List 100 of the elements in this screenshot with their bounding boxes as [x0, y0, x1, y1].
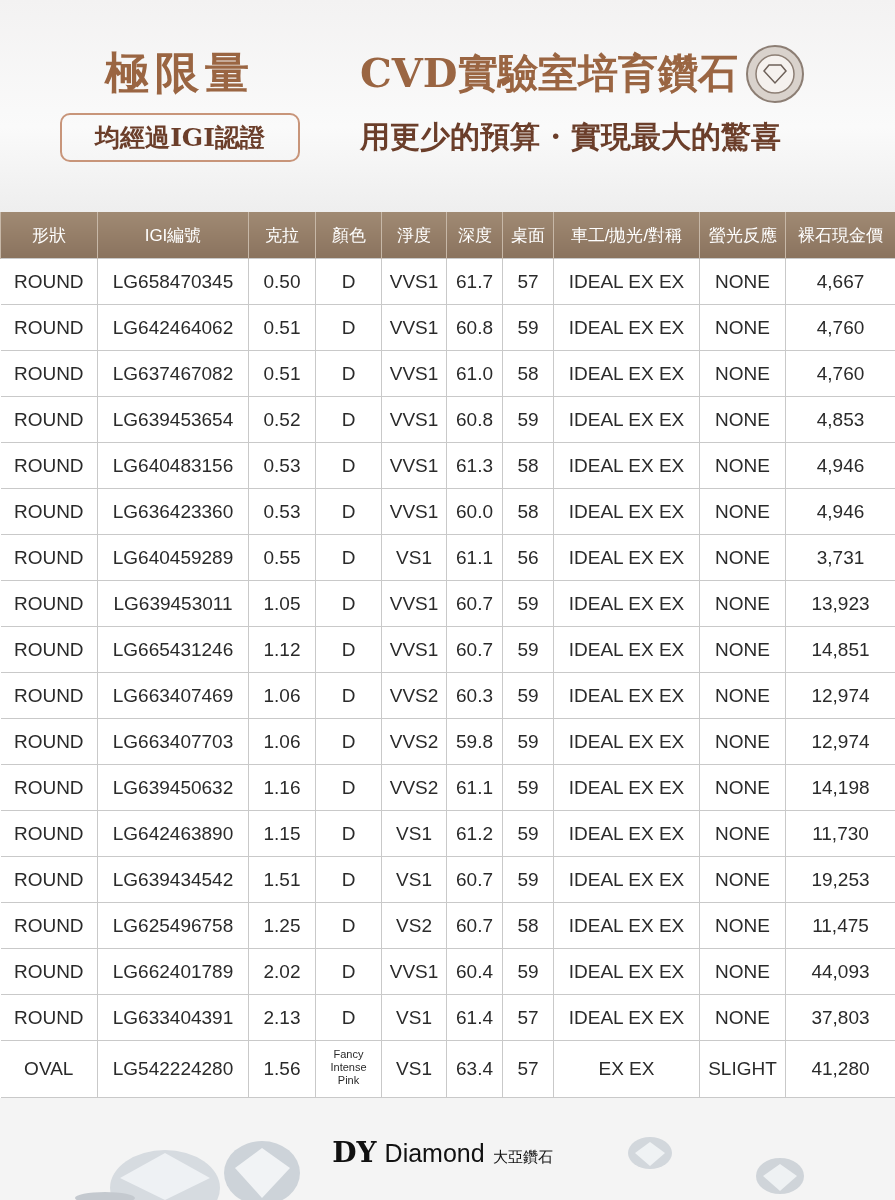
table-cell: 59.8	[446, 718, 503, 765]
table-cell: 60.8	[446, 396, 503, 443]
table-cell: D	[315, 534, 382, 581]
table-cell: NONE	[699, 304, 786, 351]
table-cell: IDEAL EX EX	[553, 534, 700, 581]
table-cell: 58	[502, 488, 554, 535]
table-cell: 0.53	[248, 488, 316, 535]
table-cell: LG633404391	[97, 994, 249, 1041]
table-cell: VVS1	[381, 442, 447, 489]
table-cell: IDEAL EX EX	[553, 580, 700, 627]
slogan: 用更少的預算 · 實現最大的驚喜	[360, 118, 782, 156]
table-cell: 61.4	[446, 994, 503, 1041]
table-cell: LG636423360	[97, 488, 249, 535]
table-cell: 57	[502, 994, 554, 1041]
table-cell: D	[315, 396, 382, 443]
table-cell: SLIGHT	[699, 1040, 786, 1098]
certification-badge: 均經過IGI認證	[60, 113, 300, 162]
table-cell: NONE	[699, 994, 786, 1041]
table-cell: NONE	[699, 488, 786, 535]
table-cell: 57	[502, 1040, 554, 1098]
table-cell: VS1	[381, 534, 447, 581]
table-cell: 60.7	[446, 626, 503, 673]
table-cell: ROUND	[0, 396, 98, 443]
table-cell: ROUND	[0, 488, 98, 535]
table-cell: IDEAL EX EX	[553, 718, 700, 765]
table-cell: LG639453011	[97, 580, 249, 627]
table-cell: VVS1	[381, 488, 447, 535]
table-cell: 0.50	[248, 258, 316, 305]
table-cell: 60.7	[446, 902, 503, 949]
table-cell: 61.1	[446, 764, 503, 811]
table-cell: 59	[502, 580, 554, 627]
table-cell: VS1	[381, 1040, 447, 1098]
table-cell: ROUND	[0, 994, 98, 1041]
table-cell: NONE	[699, 902, 786, 949]
table-cell: 59	[502, 672, 554, 719]
table-cell: 0.51	[248, 304, 316, 351]
table-cell: 60.8	[446, 304, 503, 351]
table-cell: VS2	[381, 902, 447, 949]
table-cell: LG625496758	[97, 902, 249, 949]
column-header: 螢光反應	[699, 212, 786, 259]
table-cell: VVS1	[381, 350, 447, 397]
column-header: 深度	[446, 212, 503, 259]
brand-name-chinese: 大亞鑽石	[492, 1148, 553, 1167]
table-cell: 61.3	[446, 442, 503, 489]
table-cell: D	[315, 902, 382, 949]
table-cell: IDEAL EX EX	[553, 626, 700, 673]
table-cell: D	[315, 626, 382, 673]
table-cell: LG663407469	[97, 672, 249, 719]
table-cell: IDEAL EX EX	[553, 304, 700, 351]
table-cell: 0.55	[248, 534, 316, 581]
table-cell: 59	[502, 764, 554, 811]
table-cell: ROUND	[0, 810, 98, 857]
table-cell: LG542224280	[97, 1040, 249, 1098]
table-cell: ROUND	[0, 902, 98, 949]
table-cell: D	[315, 304, 382, 351]
table-cell: D	[315, 810, 382, 857]
table-cell: VVS1	[381, 948, 447, 995]
seal-icon	[745, 44, 804, 103]
table-cell: NONE	[699, 810, 786, 857]
table-cell: EX EX	[553, 1040, 700, 1098]
table-cell: 59	[502, 396, 554, 443]
table-cell: ROUND	[0, 718, 98, 765]
table-cell: NONE	[699, 948, 786, 995]
table-cell: NONE	[699, 580, 786, 627]
column-header: 顏色	[315, 212, 382, 259]
table-cell: 1.16	[248, 764, 316, 811]
table-cell: LG665431246	[97, 626, 249, 673]
table-cell: 61.0	[446, 350, 503, 397]
table-cell: VVS1	[381, 626, 447, 673]
column-header: 裸石現金價	[785, 212, 895, 259]
table-cell: 1.12	[248, 626, 316, 673]
table-cell: LG639453654	[97, 396, 249, 443]
table-cell: IDEAL EX EX	[553, 902, 700, 949]
table-cell: NONE	[699, 396, 786, 443]
table-cell: IDEAL EX EX	[553, 350, 700, 397]
table-cell: D	[315, 488, 382, 535]
table-cell: ROUND	[0, 856, 98, 903]
table-cell: 0.52	[248, 396, 316, 443]
table-cell: NONE	[699, 442, 786, 489]
table-cell: 1.25	[248, 902, 316, 949]
table-cell: Fancy Intense Pink	[315, 1040, 382, 1098]
table-cell: D	[315, 718, 382, 765]
table-cell: ROUND	[0, 626, 98, 673]
table-cell: VS1	[381, 856, 447, 903]
table-cell: NONE	[699, 626, 786, 673]
table-cell: ROUND	[0, 534, 98, 581]
banner-title: CVD實驗室培育鑽石	[360, 48, 738, 98]
table-cell: NONE	[699, 672, 786, 719]
table-cell: 59	[502, 810, 554, 857]
table-cell: 4,667	[785, 258, 895, 305]
table-cell: D	[315, 672, 382, 719]
table-cell: 59	[502, 948, 554, 995]
column-header: 車工/拋光/對稱	[553, 212, 700, 259]
table-cell: NONE	[699, 764, 786, 811]
table-cell: IDEAL EX EX	[553, 488, 700, 535]
table-cell: D	[315, 580, 382, 627]
table-cell: 60.3	[446, 672, 503, 719]
table-cell: NONE	[699, 534, 786, 581]
table-cell: 1.06	[248, 718, 316, 765]
table-cell: ROUND	[0, 764, 98, 811]
